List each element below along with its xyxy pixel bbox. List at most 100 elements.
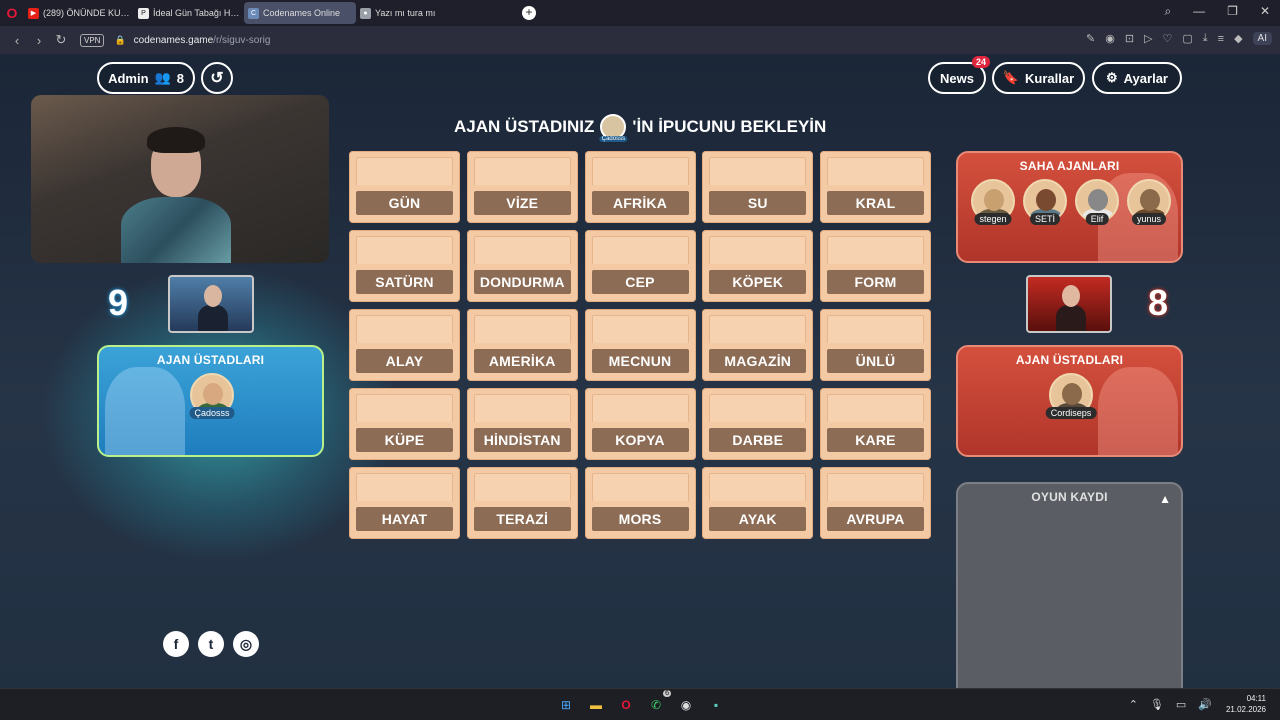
word-card[interactable]: CEP bbox=[584, 230, 696, 302]
tab-codenames[interactable]: C Codenames Online bbox=[244, 2, 356, 24]
status-heading: AJAN ÜSTADINIZ Çadosss 'İN İPUCUNU BEKLE… bbox=[454, 114, 827, 142]
card-picture-area bbox=[709, 315, 807, 343]
search-tabs-icon[interactable]: ⌕ bbox=[1164, 4, 1171, 19]
settings-button[interactable]: ⚙ Ayarlar bbox=[1092, 62, 1182, 94]
blue-panel-art bbox=[105, 367, 185, 455]
heart-icon[interactable]: ♡ bbox=[1163, 32, 1173, 45]
clock-date: 21.02.2026 bbox=[1225, 705, 1266, 714]
word-card[interactable]: KARE bbox=[820, 388, 931, 460]
tab-label: (289) ÖNÜNDE KUYRUK O bbox=[43, 8, 130, 18]
word-card[interactable]: AMERİKA bbox=[466, 309, 578, 381]
windows-start-icon[interactable]: ⊞ bbox=[555, 694, 577, 716]
word-card[interactable]: VİZE bbox=[466, 151, 578, 223]
new-tab-button[interactable]: + bbox=[522, 6, 536, 20]
taskbar-apps: ⊞ ▬ O ✆ 6 ◉ ▪ bbox=[555, 690, 727, 716]
lock-icon[interactable]: 🔒 bbox=[114, 35, 125, 46]
whatsapp-icon[interactable]: ✆ 6 bbox=[645, 690, 671, 716]
card-picture-area bbox=[591, 157, 689, 185]
back-icon[interactable]: ‹ bbox=[6, 33, 28, 48]
word-card[interactable]: DONDURMA bbox=[466, 230, 578, 302]
reset-button[interactable]: ↺ bbox=[201, 62, 233, 94]
word-card[interactable]: ALAY bbox=[349, 309, 460, 381]
word-card[interactable]: FORM bbox=[820, 230, 931, 302]
ai-button[interactable]: AI bbox=[1252, 32, 1272, 45]
url-field[interactable]: codenames.game/r/siguv-sorig bbox=[134, 35, 271, 46]
game-area: Admin 👥 8 ↺ News 24 🔖 Kurallar ⚙ Ayarlar… bbox=[0, 54, 1280, 688]
camera-icon[interactable]: ◉ bbox=[1105, 32, 1115, 45]
tab-youtube[interactable]: ▶ (289) ÖNÜNDE KUYRUK O bbox=[24, 2, 134, 24]
coin-icon: ● bbox=[360, 7, 371, 19]
app-icon[interactable]: ▪ bbox=[705, 694, 727, 716]
card-word: MECNUN bbox=[591, 349, 689, 373]
blue-spymasters-title: AJAN ÜSTADLARI bbox=[156, 353, 265, 367]
word-card[interactable]: KÜPE bbox=[349, 388, 460, 460]
word-card[interactable]: KOPYA bbox=[584, 388, 696, 460]
word-card[interactable]: DARBE bbox=[702, 388, 814, 460]
word-card[interactable]: HİNDİSTAN bbox=[466, 388, 578, 460]
red-operative-name: stegen bbox=[974, 213, 1012, 225]
tab-ideal-gun[interactable]: P İdeal Gün Tabağı Hazırla bbox=[134, 2, 244, 24]
instagram-icon[interactable]: ◎ bbox=[233, 631, 259, 657]
file-explorer-icon[interactable]: ▬ bbox=[585, 694, 607, 716]
forward-icon[interactable]: › bbox=[28, 33, 50, 48]
minimize-button[interactable]: — bbox=[1193, 4, 1205, 19]
rules-label: Kurallar bbox=[1025, 70, 1075, 86]
word-card[interactable]: KÖPEK bbox=[702, 230, 814, 302]
twitter-icon[interactable]: t bbox=[198, 631, 224, 657]
word-card[interactable]: MAGAZİN bbox=[702, 309, 814, 381]
card-picture-area bbox=[473, 236, 571, 264]
news-button[interactable]: News 24 bbox=[928, 56, 990, 94]
box-icon[interactable]: ▢ bbox=[1182, 32, 1192, 45]
maximize-button[interactable]: ❐ bbox=[1227, 4, 1238, 19]
word-card[interactable]: KRAL bbox=[820, 151, 931, 223]
card-picture-area bbox=[827, 394, 924, 422]
red-spymasters-title: AJAN ÜSTADLARI bbox=[1015, 353, 1124, 367]
chevron-up-icon[interactable]: ▲ bbox=[1159, 492, 1171, 506]
tab-label: İdeal Gün Tabağı Hazırla bbox=[153, 8, 240, 18]
card-picture-area bbox=[709, 473, 807, 501]
blue-spymasters-panel: AJAN ÜSTADLARI Çadosss bbox=[97, 345, 324, 457]
play-icon[interactable]: ▷ bbox=[1144, 32, 1152, 45]
reload-icon[interactable]: ↻ bbox=[50, 32, 72, 48]
card-picture-area bbox=[356, 394, 453, 422]
card-word: KÖPEK bbox=[709, 270, 807, 294]
word-card[interactable]: MECNUN bbox=[584, 309, 696, 381]
chevron-up-icon[interactable]: ⌃ bbox=[1129, 698, 1138, 711]
word-card[interactable]: AFRİKA bbox=[584, 151, 696, 223]
tab-yazi-tura[interactable]: ● Yazı mı tura mı bbox=[356, 2, 466, 24]
card-word: FORM bbox=[827, 270, 924, 294]
network-icon[interactable]: ▭ bbox=[1176, 698, 1186, 711]
admin-button[interactable]: Admin 👥 8 bbox=[97, 62, 195, 94]
word-card[interactable]: AYAK bbox=[702, 467, 814, 539]
screenshot-icon[interactable]: ⊡ bbox=[1125, 32, 1134, 45]
vpn-badge[interactable]: VPN bbox=[80, 33, 105, 47]
card-picture-area bbox=[709, 157, 807, 185]
news-label: News bbox=[940, 70, 974, 86]
card-word: KOPYA bbox=[591, 428, 689, 452]
close-button[interactable]: ✕ bbox=[1260, 4, 1270, 19]
system-clock[interactable]: 04:11 21.02.2026 bbox=[1226, 693, 1266, 715]
word-card[interactable]: MORS bbox=[584, 467, 696, 539]
mic-icon[interactable]: 🎙 bbox=[1150, 698, 1164, 711]
download-icon[interactable]: ⤓ bbox=[1203, 32, 1208, 45]
word-card[interactable]: GÜN bbox=[349, 151, 460, 223]
word-card[interactable]: AVRUPA bbox=[820, 467, 931, 539]
word-card[interactable]: SU bbox=[702, 151, 814, 223]
menu-icon[interactable]: ≡ bbox=[1218, 33, 1224, 45]
steam-icon[interactable]: ◉ bbox=[675, 694, 697, 716]
extension-icon[interactable]: ◆ bbox=[1234, 32, 1242, 45]
opera-taskbar-icon[interactable]: O bbox=[615, 694, 637, 716]
card-word: AFRİKA bbox=[591, 191, 689, 215]
edit-icon[interactable]: ✎ bbox=[1086, 32, 1095, 45]
volume-icon[interactable]: 🔊 bbox=[1198, 698, 1212, 711]
rules-button[interactable]: 🔖 Kurallar bbox=[992, 62, 1085, 94]
word-card[interactable]: TERAZİ bbox=[466, 467, 578, 539]
card-word: TERAZİ bbox=[473, 507, 571, 531]
word-card[interactable]: SATÜRN bbox=[349, 230, 460, 302]
heading-suffix: 'İN İPUCUNU BEKLEYİN bbox=[632, 117, 827, 136]
facebook-icon[interactable]: f bbox=[163, 631, 189, 657]
word-card[interactable]: HAYAT bbox=[349, 467, 460, 539]
opera-icon[interactable]: O bbox=[0, 0, 24, 26]
game-log-panel[interactable]: OYUN KAYDI ▲ bbox=[956, 482, 1183, 688]
word-card[interactable]: ÜNLÜ bbox=[820, 309, 931, 381]
